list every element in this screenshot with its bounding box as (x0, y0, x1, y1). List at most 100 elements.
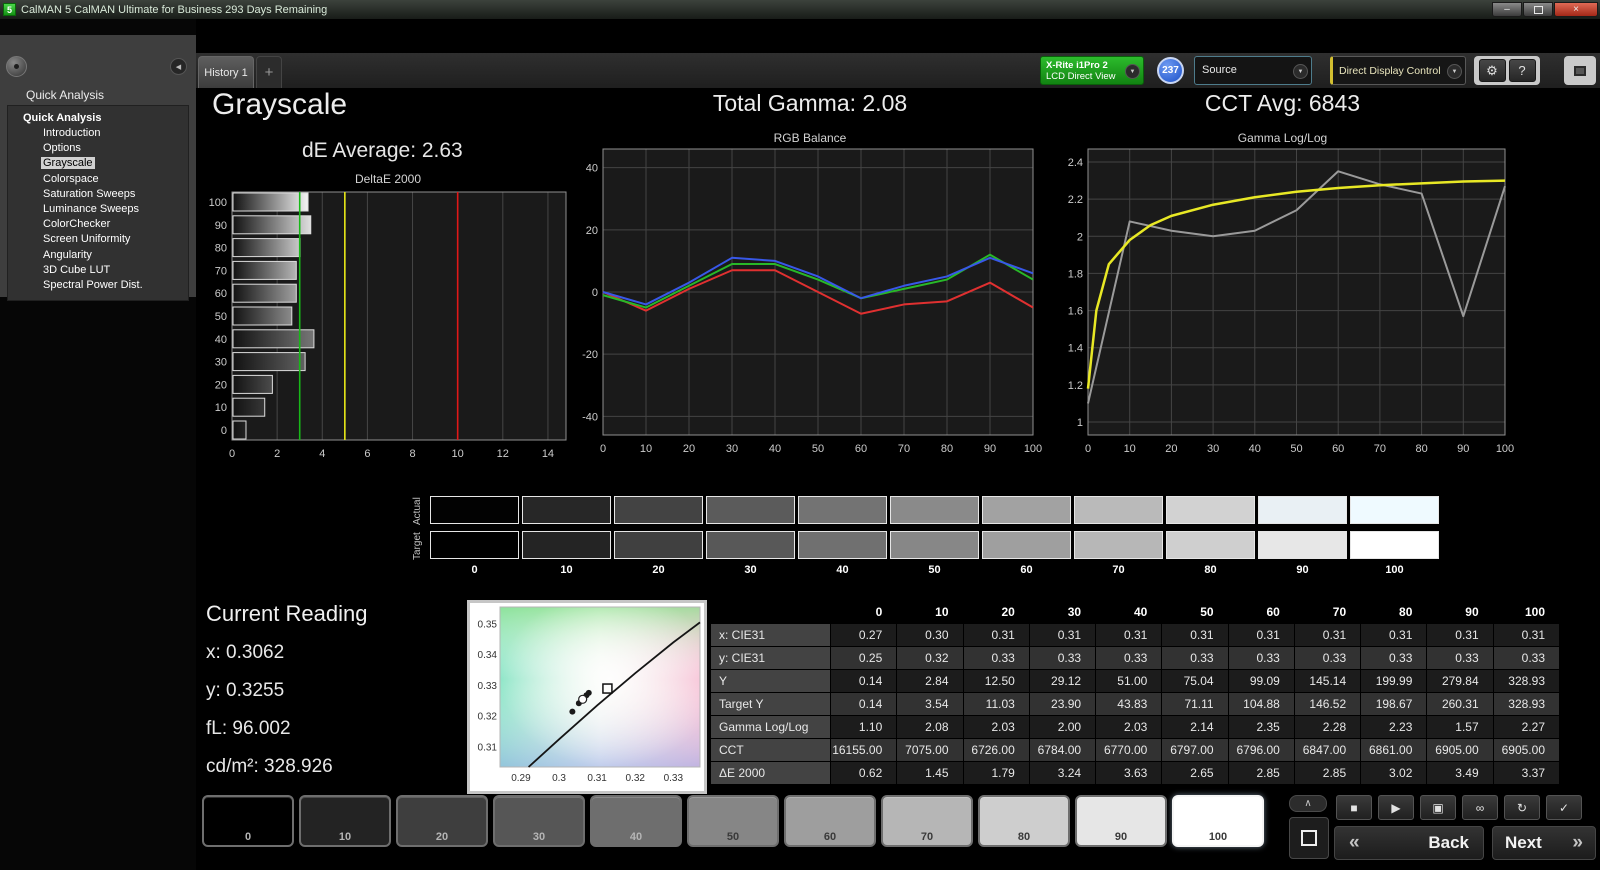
table-cell: 0.14 (829, 669, 898, 693)
settings-button[interactable]: ⚙ (1478, 59, 1506, 82)
table-cell: 0.33 (1293, 646, 1362, 670)
capture-button[interactable]: ▣ (1420, 795, 1456, 820)
help-icon: ? (1518, 63, 1526, 78)
sidebar-item-introduction[interactable]: Introduction (8, 126, 188, 141)
table-cell: 0.31 (1360, 623, 1428, 647)
swatch-target-40 (798, 531, 887, 559)
sidebar-root-item[interactable]: Quick Analysis (8, 111, 188, 126)
level-button-70[interactable]: 70 (881, 795, 973, 847)
level-button-30[interactable]: 30 (493, 795, 585, 847)
table-cell: 3.63 (1095, 761, 1163, 785)
continuous-button[interactable]: ∞ (1462, 795, 1498, 820)
display-control-dropdown[interactable]: Direct Display Control ▼ (1330, 56, 1466, 85)
table-cell: 2.03 (962, 715, 1030, 739)
level-button-0[interactable]: 0 (202, 795, 294, 847)
help-button[interactable]: ? (1508, 59, 1536, 82)
swatch-actual-70 (1074, 496, 1163, 524)
sidebar-item-options[interactable]: Options (8, 141, 188, 156)
swatch-label-0: 0 (471, 564, 478, 576)
meter-dropdown[interactable]: X-Rite i1Pro 2 LCD Direct View ▼ (1040, 56, 1144, 85)
swatch-actual-90 (1258, 496, 1347, 524)
close-button[interactable]: × (1554, 2, 1598, 17)
play-button[interactable]: ▶ (1378, 795, 1414, 820)
svg-text:0: 0 (600, 443, 606, 455)
back-button[interactable]: « Back (1334, 826, 1484, 860)
table-cell: 12.50 (962, 669, 1030, 693)
swatch-target-50 (890, 531, 979, 559)
svg-text:100: 100 (1024, 443, 1042, 455)
table-cell: 2.08 (896, 715, 964, 739)
sidebar-item-screen-uniformity[interactable]: Screen Uniformity (8, 232, 188, 247)
meter-count-badge: 237 (1157, 57, 1184, 84)
maximize-button[interactable] (1523, 2, 1553, 17)
chevron-down-icon: ▼ (1293, 64, 1308, 79)
table-cell: 6861.00 (1360, 738, 1428, 762)
stop-button[interactable]: ■ (1336, 795, 1372, 820)
panel-toggle-button[interactable] (1564, 56, 1596, 85)
collapse-sidebar-button[interactable]: ◀ (170, 58, 187, 75)
swatch-target-100 (1350, 531, 1439, 559)
level-button-50[interactable]: 50 (687, 795, 779, 847)
sidebar-item-saturation-sweeps[interactable]: Saturation Sweeps (8, 187, 188, 202)
sidebar-item-spectral-power-dist[interactable]: Spectral Power Dist. (8, 278, 188, 293)
svg-text:90: 90 (984, 443, 996, 455)
svg-text:90: 90 (215, 220, 227, 232)
expand-panel-button[interactable]: ∧ (1289, 795, 1327, 812)
chevron-down-icon: ▼ (1125, 64, 1140, 79)
total-gamma-readout: Total Gamma: 2.08 (712, 90, 908, 116)
chevron-up-icon: ∧ (1304, 798, 1312, 809)
svg-text:100: 100 (209, 197, 227, 209)
sidebar-item-luminance-sweeps[interactable]: Luminance Sweeps (8, 202, 188, 217)
svg-text:0.3: 0.3 (552, 773, 566, 784)
swatch-row-label-actual: Actual (412, 497, 423, 526)
table-cell: 2.35 (1227, 715, 1295, 739)
sidebar-item-grayscale[interactable]: Grayscale (8, 156, 188, 171)
knob-dot-icon (14, 64, 19, 69)
sidebar-list: Quick Analysis Introduction Options Graysca… (7, 105, 189, 302)
sidebar-knob-button[interactable] (6, 56, 27, 77)
table-cell: 7075.00 (896, 738, 964, 762)
level-button-20[interactable]: 20 (396, 795, 488, 847)
level-button-40[interactable]: 40 (590, 795, 682, 847)
level-button-60[interactable]: 60 (784, 795, 876, 847)
sidebar-item-3d-cube-lut[interactable]: 3D Cube LUT (8, 263, 188, 278)
deltae-plot: 0 2 4 6 8 10 12 14 0 10 20 30 40 50 60 70 80 90 100 (209, 191, 567, 460)
tab-history-1[interactable]: History 1 (198, 56, 254, 88)
source-dropdown[interactable]: Source ▼ (1194, 56, 1312, 85)
loop-button[interactable]: ↻ (1504, 795, 1540, 820)
table-column-header-70: 70 (1293, 600, 1362, 624)
stop-icon: ■ (1350, 800, 1358, 815)
table-cell: 0.31 (962, 623, 1030, 647)
sidebar-item-colorspace[interactable]: Colorspace (8, 172, 188, 187)
svg-text:10: 10 (452, 448, 464, 460)
table-cell: 260.31 (1426, 692, 1494, 716)
table-cell: 51.00 (1095, 669, 1163, 693)
svg-text:1.8: 1.8 (1068, 268, 1083, 280)
table-cell: 23.90 (1028, 692, 1097, 716)
swatch-actual-10 (522, 496, 611, 524)
table-cell: 2.85 (1293, 761, 1362, 785)
pattern-window-button[interactable] (1289, 817, 1329, 859)
table-cell: 0.33 (1095, 646, 1163, 670)
accept-button[interactable]: ✓ (1546, 795, 1582, 820)
add-tab-button[interactable]: + (256, 56, 282, 88)
svg-text:0.32: 0.32 (626, 773, 646, 784)
minimize-icon: – (1504, 3, 1510, 15)
swatch-actual-0 (430, 496, 519, 524)
level-button-90[interactable]: 90 (1075, 795, 1167, 847)
sidebar-item-angularity[interactable]: Angularity (8, 248, 188, 263)
level-button-80[interactable]: 80 (978, 795, 1070, 847)
minimize-button[interactable]: – (1492, 2, 1522, 17)
swatch-column-80: 80 (1166, 496, 1258, 576)
level-button-100[interactable]: 100 (1172, 795, 1264, 847)
sidebar-item-colorchecker[interactable]: ColorChecker (8, 217, 188, 232)
level-button-10[interactable]: 10 (299, 795, 391, 847)
table-column-header-100: 100 (1492, 600, 1561, 624)
next-button[interactable]: Next » (1492, 826, 1596, 860)
svg-text:0: 0 (592, 287, 598, 299)
calman-window: 5 CalMAN 5 CalMAN Ultimate for Business … (0, 0, 1600, 870)
table-cell: 6905.00 (1492, 738, 1561, 762)
swatch-label-100: 100 (1385, 564, 1404, 576)
svg-text:4: 4 (319, 448, 325, 460)
table-cell: 0.33 (1161, 646, 1229, 670)
